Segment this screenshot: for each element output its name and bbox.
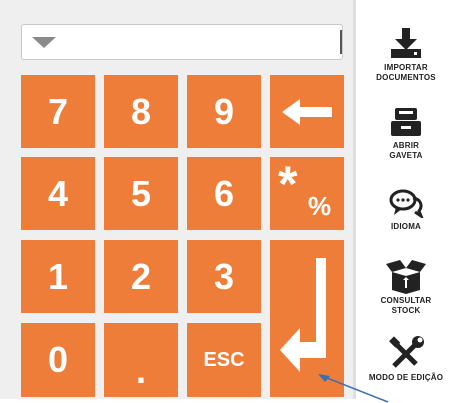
amount-input[interactable] xyxy=(21,24,343,60)
percent-label: % xyxy=(308,191,332,221)
pointer-arrow-icon xyxy=(318,374,389,403)
cash-drawer-icon xyxy=(391,108,421,136)
language-label: IDIOMA xyxy=(390,222,422,231)
stock-label-2: STOCK xyxy=(391,306,421,315)
key-3-label: 3 xyxy=(213,255,235,297)
key-0[interactable]: 0 xyxy=(21,323,95,397)
drawer-label-1: ABRIR xyxy=(392,141,420,150)
dropdown-icon[interactable] xyxy=(32,37,56,48)
star-label: * xyxy=(278,156,298,212)
text-caret xyxy=(340,30,342,54)
key-9[interactable]: 9 xyxy=(187,75,261,148)
check-stock-button[interactable]: CONSULTAR STOCK xyxy=(356,258,456,316)
action-sidebar: IMPORTAR DOCUMENTOS ABRIR GAVETA IDIOMA xyxy=(356,0,456,399)
key-9-label: 9 xyxy=(213,90,235,132)
decimal-label: . xyxy=(135,350,146,391)
escape-label: ESC xyxy=(203,348,245,371)
keypad-panel: 7 8 9 4 5 6 * % 1 2 3 0 . ESC xyxy=(0,0,356,399)
tools-icon xyxy=(389,336,424,368)
key-4[interactable]: 4 xyxy=(21,157,95,230)
escape-key[interactable]: ESC xyxy=(187,323,261,397)
enter-arrow-icon xyxy=(280,258,326,372)
key-1-label: 1 xyxy=(47,255,69,297)
backspace-arrow-icon xyxy=(282,98,332,125)
key-8[interactable]: 8 xyxy=(104,75,178,148)
decimal-key[interactable]: . xyxy=(104,323,178,397)
open-box-icon xyxy=(386,260,426,294)
multiply-percent-key[interactable]: * % xyxy=(270,157,344,230)
key-6[interactable]: 6 xyxy=(187,157,261,230)
key-2[interactable]: 2 xyxy=(104,240,178,313)
key-2-label: 2 xyxy=(130,255,152,297)
key-7-label: 7 xyxy=(47,90,69,132)
key-5[interactable]: 5 xyxy=(104,157,178,230)
import-documents-button[interactable]: IMPORTAR DOCUMENTOS xyxy=(356,28,456,83)
key-1[interactable]: 1 xyxy=(21,240,95,313)
chat-bubbles-icon xyxy=(389,189,424,218)
drawer-label-2: GAVETA xyxy=(389,151,423,160)
import-label-2: DOCUMENTOS xyxy=(376,73,436,82)
key-3[interactable]: 3 xyxy=(187,240,261,313)
import-label-1: IMPORTAR xyxy=(384,63,428,72)
key-6-label: 6 xyxy=(213,172,235,214)
download-icon xyxy=(391,28,421,58)
key-5-label: 5 xyxy=(130,172,152,214)
language-button[interactable]: IDIOMA xyxy=(356,188,456,232)
key-7[interactable]: 7 xyxy=(21,75,95,148)
key-0-label: 0 xyxy=(47,339,69,380)
key-8-label: 8 xyxy=(130,90,152,132)
open-drawer-button[interactable]: ABRIR GAVETA xyxy=(356,106,456,161)
backspace-key[interactable] xyxy=(270,75,344,148)
stock-label-1: CONSULTAR xyxy=(380,296,432,305)
key-4-label: 4 xyxy=(47,172,69,214)
